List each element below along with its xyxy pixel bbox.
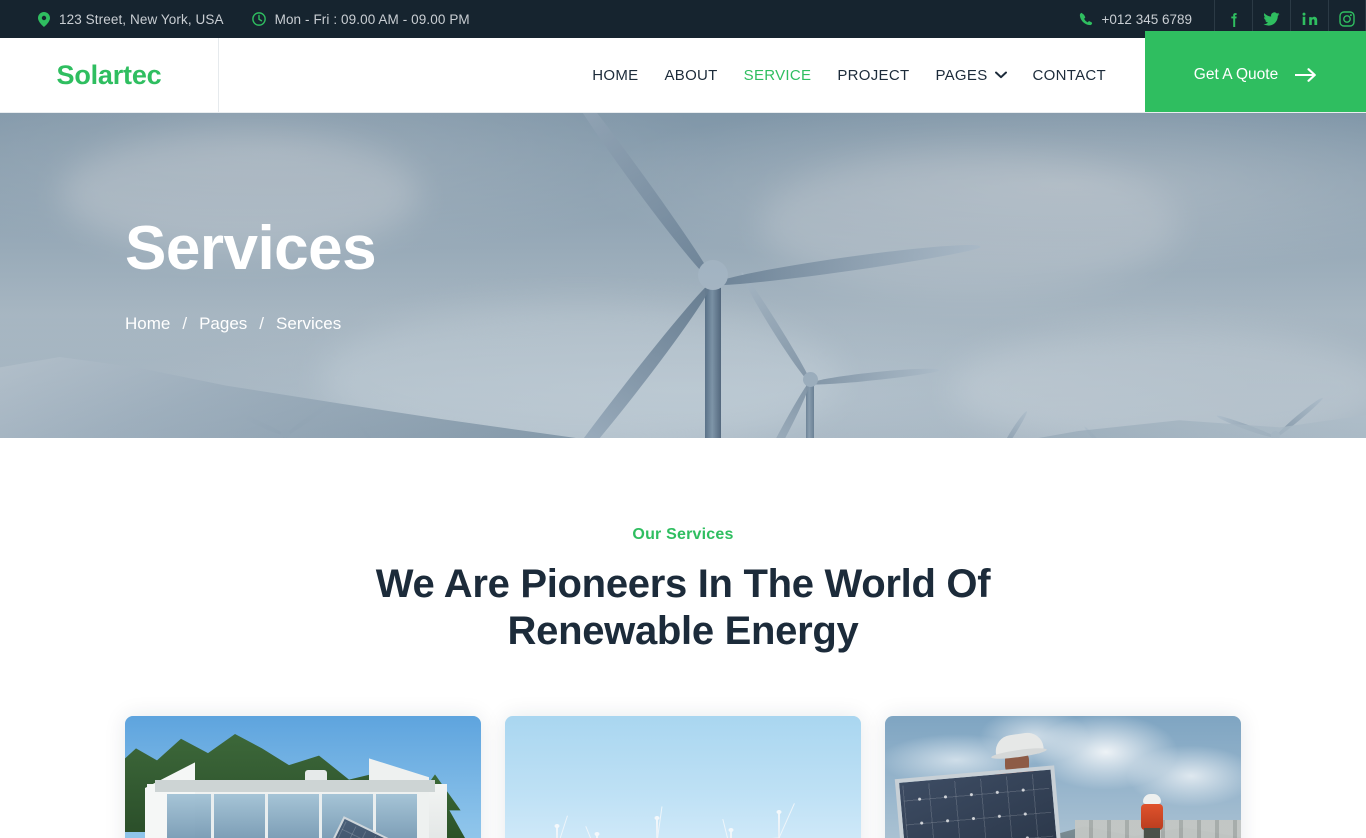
address-text: 123 Street, New York, USA [59,11,224,27]
breadcrumb: Home / Pages / Services [125,314,376,334]
breadcrumb-item-pages[interactable]: Pages [199,314,247,334]
hours-text: Mon - Fri : 09.00 AM - 09.00 PM [274,11,470,27]
topbar-accent-bar [1145,31,1366,38]
hero-content: Services Home / Pages / Services [125,113,377,438]
get-a-quote-button[interactable]: Get A Quote [1145,38,1366,112]
brand-logo: Solartec [56,59,162,90]
service-card-wind-farm[interactable] [505,716,861,838]
page-hero: Services Home / Pages / Services [0,113,1366,438]
nav-label: PROJECT [837,66,910,84]
service-card-image [505,716,861,838]
breadcrumb-separator: / [259,313,265,333]
location-pin-icon [38,11,50,27]
phone-text: +012 345 6789 [1101,11,1192,27]
nav-links: HOME ABOUT SERVICE PROJECT PAGES CONTACT [219,38,1145,112]
hours-item: Mon - Fri : 09.00 AM - 09.00 PM [251,11,470,27]
main-navbar: Solartec HOME ABOUT SERVICE PROJECT PAGE… [0,38,1366,113]
nav-item-home[interactable]: HOME [579,67,651,84]
nav-item-service[interactable]: SERVICE [731,67,825,84]
service-card-solar-house[interactable] [125,716,481,838]
nav-item-pages[interactable]: PAGES [922,67,1019,84]
section-title: We Are Pioneers In The World Of Renewabl… [375,562,991,654]
chevron-down-icon [994,71,1007,79]
service-card-image [885,716,1241,838]
clock-icon [251,12,266,26]
breadcrumb-separator: / [182,313,188,333]
service-card-panel-install[interactable] [885,716,1241,838]
quote-label: Get A Quote [1193,66,1279,83]
breadcrumb-item-services: Services [276,313,342,333]
section-subtitle: Our Services [632,526,734,543]
service-cards [0,716,1366,838]
nav-label: CONTACT [1032,66,1106,84]
arrow-right-icon [1295,68,1317,82]
nav-label: SERVICE [743,66,812,84]
nav-label: ABOUT [664,66,718,84]
address-item: 123 Street, New York, USA [38,11,224,27]
phone-icon [1079,12,1093,26]
brand-container[interactable]: Solartec [0,38,219,112]
breadcrumb-item-home[interactable]: Home [125,314,170,334]
nav-label: HOME [592,66,639,84]
services-section: Our Services We Are Pioneers In The Worl… [0,438,1366,838]
topbar-info: 123 Street, New York, USA Mon - Fri : 09… [0,0,1079,38]
nav-label: PAGES [935,66,988,84]
nav-item-about[interactable]: ABOUT [651,67,730,84]
topbar: 123 Street, New York, USA Mon - Fri : 09… [0,0,1366,38]
nav-item-contact[interactable]: CONTACT [1020,67,1119,84]
service-card-image [125,716,481,838]
nav-item-project[interactable]: PROJECT [824,67,922,84]
page-title: Services [125,213,377,283]
